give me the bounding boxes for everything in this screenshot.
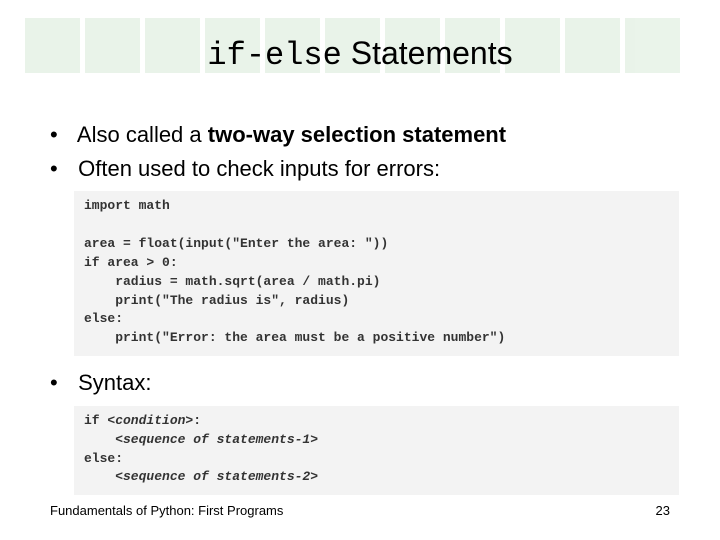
c2-l1c: : (193, 413, 201, 428)
footer-page-number: 23 (656, 503, 670, 518)
footer-left: Fundamentals of Python: First Programs (50, 503, 283, 518)
slide-body: Also called a two-way selection statemen… (50, 120, 670, 507)
bullet-1-pre: Also called a (77, 122, 208, 147)
c2-l1a: if (84, 413, 107, 428)
c2-l1b: <condition> (107, 413, 193, 428)
bullet-3: Syntax: (50, 368, 670, 398)
bullet-2: Often used to check inputs for errors: (50, 154, 670, 184)
c2-l4: <sequence of statements-2> (84, 469, 318, 484)
code-block-2: if <condition>: <sequence of statements-… (74, 406, 679, 495)
code-block-1: import math area = float(input("Enter th… (74, 191, 679, 356)
title-mono: if-else (207, 37, 341, 74)
c2-l2: <sequence of statements-1> (84, 432, 318, 447)
title-rest: Statements (342, 35, 513, 71)
page-title: if-else Statements (0, 35, 720, 74)
header-band: if-else Statements (0, 0, 720, 95)
bullet-1-bold: two-way selection statement (208, 122, 506, 147)
bullet-3-text: Syntax: (78, 370, 151, 395)
bullet-2-text: Often used to check inputs for errors: (78, 156, 440, 181)
c2-l3: else: (84, 451, 123, 466)
bullet-1: Also called a two-way selection statemen… (50, 120, 670, 150)
slide: if-else Statements Also called a two-way… (0, 0, 720, 540)
